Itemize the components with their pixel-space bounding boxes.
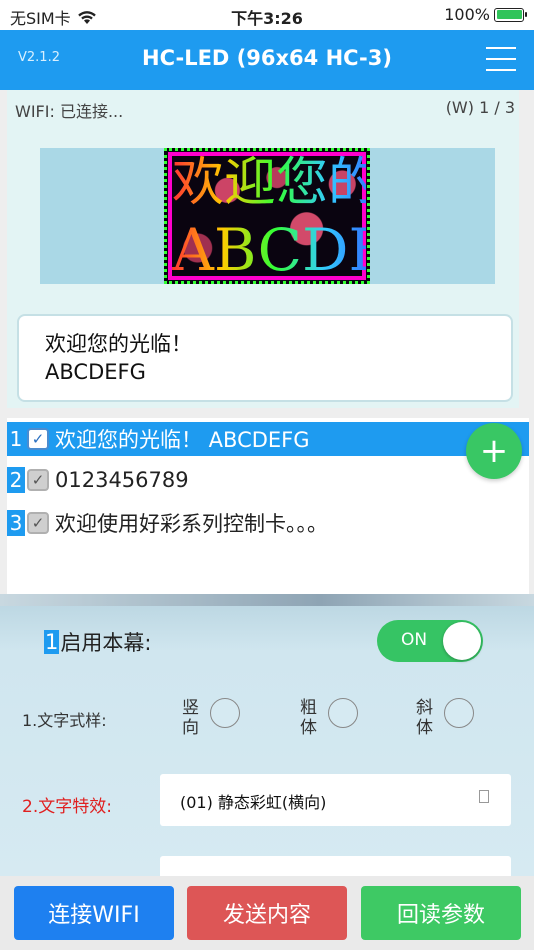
text-style-label: 1.文字式样:: [22, 711, 107, 730]
enable-label: 启用本幕:: [60, 631, 152, 655]
hamburger-menu-icon[interactable]: [486, 47, 516, 71]
add-program-button[interactable]: +: [466, 423, 522, 479]
content-line-2: ABCDEFG: [45, 360, 146, 384]
radio-button[interactable]: [444, 698, 474, 728]
checkbox-checked-icon[interactable]: ✓: [27, 469, 49, 491]
nav-title: HC-LED (96x64 HC-3): [142, 46, 392, 70]
page-counter: (W) 1 / 3: [445, 98, 515, 117]
bottom-bar: 连接WIFI 发送内容 回读参数: [0, 876, 534, 950]
style-option-line: 体: [416, 718, 433, 738]
style-option-label: 斜 体: [416, 698, 436, 738]
led-screen[interactable]: 欢迎您的光临 ABCDEFG: [164, 148, 370, 284]
enable-number: 1: [44, 630, 60, 654]
style-option-label: 竖 向: [182, 698, 202, 738]
battery-percent: 100%: [444, 5, 490, 24]
settings-panel: 1 启用本幕: ON 1.文字式样: 竖 向 粗 体 斜 体 2.文字特效: (…: [0, 594, 534, 886]
program-text: 欢迎使用好彩系列控制卡。。。: [55, 512, 328, 536]
status-bar: 无SIM卡 下午3:26 100%: [0, 0, 534, 30]
content-line-1: 欢迎您的光临！: [45, 332, 192, 356]
content-text-box[interactable]: 欢迎您的光临！ ABCDEFG: [17, 314, 513, 402]
status-right: 100%: [444, 5, 527, 24]
checkbox-checked-icon[interactable]: ✓: [27, 512, 49, 534]
style-option-bold[interactable]: 粗 体: [300, 698, 358, 738]
list-item[interactable]: 2 ✓ 0123456789: [7, 463, 529, 497]
effect-select[interactable]: (01) 静态彩虹(横向): [160, 774, 511, 826]
dropdown-icon: [479, 790, 489, 803]
style-option-vertical[interactable]: 竖 向: [182, 698, 240, 738]
navbar: V2.1.2 HC-LED (96x64 HC-3): [0, 30, 534, 90]
row-number: 1: [7, 426, 25, 452]
program-text: 欢迎您的光临！ ABCDEFG: [55, 428, 310, 452]
connect-wifi-button[interactable]: 连接WIFI: [14, 886, 174, 940]
effect-label: 2.文字特效:: [22, 797, 112, 817]
style-option-line: 斜: [416, 698, 433, 718]
style-option-italic[interactable]: 斜 体: [416, 698, 474, 738]
wifi-status: WIFI: 已连接...: [15, 102, 124, 121]
toggle-label: ON: [401, 630, 428, 650]
list-item[interactable]: 1 ✓ 欢迎您的光临！ ABCDEFG: [7, 422, 529, 456]
program-list: 1 ✓ 欢迎您的光临！ ABCDEFG 2 ✓ 0123456789 3 ✓ 欢…: [7, 418, 529, 594]
style-option-line: 体: [300, 718, 317, 738]
style-option-line: 向: [182, 718, 199, 738]
row-number: 2: [7, 467, 25, 493]
battery-icon: [494, 7, 527, 22]
enable-row: 1 启用本幕:: [44, 627, 151, 657]
style-option-line: 粗: [300, 698, 317, 718]
read-back-button[interactable]: 回读参数: [361, 886, 521, 940]
send-content-button[interactable]: 发送内容: [187, 886, 347, 940]
checkbox-checked-icon[interactable]: ✓: [27, 428, 49, 450]
radio-button[interactable]: [328, 698, 358, 728]
enable-toggle[interactable]: ON: [377, 620, 483, 662]
program-text: 0123456789: [55, 468, 189, 492]
effect-value: (01) 静态彩虹(横向): [180, 793, 327, 812]
row-number: 3: [7, 510, 25, 536]
led-preview-area: 欢迎您的光临 ABCDEFG: [40, 148, 495, 284]
style-option-line: 竖: [182, 698, 199, 718]
led-line-1: 欢迎您的光临: [172, 152, 366, 214]
panel-divider: [0, 594, 534, 606]
list-item[interactable]: 3 ✓ 欢迎使用好彩系列控制卡。。。: [7, 506, 529, 540]
style-option-label: 粗 体: [300, 698, 320, 738]
battery-fill: [496, 10, 522, 19]
led-line-2: ABCDEFG: [172, 218, 366, 280]
radio-button[interactable]: [210, 698, 240, 728]
toggle-knob: [443, 622, 481, 660]
preview-panel: WIFI: 已连接... (W) 1 / 3 欢迎您的光临 ABCDEFG 欢迎…: [7, 90, 519, 408]
